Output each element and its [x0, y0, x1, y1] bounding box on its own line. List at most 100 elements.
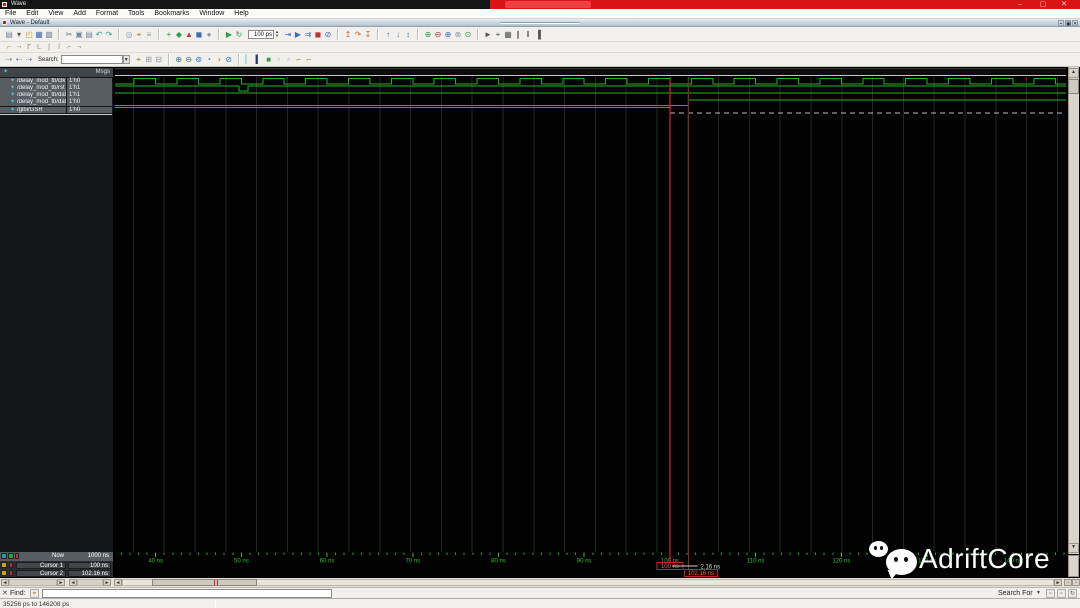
run-length-spinner-icon[interactable]: ▲ ▼ [275, 30, 279, 38]
zoom-cursor-icon[interactable]: ⌖ [493, 29, 503, 40]
menu-format[interactable]: Format [91, 9, 123, 18]
filter-icon[interactable]: ≡ [144, 29, 154, 40]
prev-edge-icon[interactable]: ⌐ [294, 54, 304, 65]
wave-scrollbar-track[interactable] [122, 579, 1054, 586]
cursor-name[interactable]: Cursor 2 [16, 569, 66, 577]
simulate-icon[interactable]: ▶ [224, 29, 234, 40]
signal-row[interactable]: ✦/delay_mod_tb/dat_o1'h0 [0, 99, 113, 107]
signal-row[interactable]: ✦/delay_mod_tb/dat_i 1'h1 [0, 92, 113, 99]
zoom-full-icon[interactable]: ⊕ [443, 29, 453, 40]
wave-edit-mirror-icon[interactable]: L [34, 43, 44, 52]
zoom-in-icon[interactable]: ⊕ [423, 29, 433, 40]
wave-edit-stretch-icon[interactable]: ʃ [44, 43, 54, 52]
placeholder-b-icon[interactable]: ▫ [284, 54, 294, 65]
search-for-caret-icon[interactable]: ▼ [1036, 590, 1041, 596]
cut-icon[interactable]: ✂ [64, 29, 74, 40]
wave-edit-paste-icon[interactable]: ¬ [14, 43, 24, 52]
wave-edit-invert-icon[interactable]: Γ [24, 43, 34, 52]
placeholder-a-icon[interactable]: ▫ [274, 54, 284, 65]
find-option-icon-0[interactable]: ▫ [1046, 589, 1055, 598]
scroll-corner-b-icon[interactable]: ▫ [1072, 579, 1080, 586]
cursor-row[interactable]: Cursor 2 102.16 ns [0, 569, 113, 578]
continue-run-icon[interactable]: ▶ [293, 29, 303, 40]
zoom-in-tool-icon[interactable]: ⊕ [174, 54, 184, 65]
insert-blank-icon[interactable]: ◼ [194, 29, 204, 40]
add-wave-icon[interactable]: + [164, 29, 174, 40]
mdi-button-0[interactable]: + [1058, 20, 1064, 27]
vertical-scrollbar-thumb[interactable] [1068, 79, 1079, 94]
search-options-icon[interactable]: ⊞ [144, 54, 154, 65]
minimize-button[interactable]: – [1014, 1, 1026, 8]
search-for-dropdown[interactable]: Search For [998, 590, 1033, 597]
redo-icon[interactable]: ↷ [104, 29, 114, 40]
run-all-icon[interactable]: ⇉ [303, 29, 313, 40]
prev-transition-icon[interactable]: ↑ [383, 29, 393, 40]
step-icon[interactable]: ↥ [343, 29, 353, 40]
names-scroll-right-icon[interactable]: ► [57, 579, 65, 586]
wave-scroll-right-icon[interactable]: ► [1054, 579, 1062, 586]
wave-edit-delete-icon[interactable]: ¬ [74, 43, 84, 52]
mode-icon[interactable]: ● [204, 29, 214, 40]
find-binoculars-icon[interactable]: ⌖ [30, 589, 39, 598]
leaf-view-icon[interactable]: ▐ [533, 29, 543, 40]
zoom-out-icon[interactable]: ⊖ [433, 29, 443, 40]
grid-icon[interactable]: ▦ [503, 29, 513, 40]
wave-scroll-left-icon[interactable]: ◄ [114, 579, 122, 586]
find-option-icon-1[interactable]: ▫ [1057, 589, 1066, 598]
find-icon[interactable]: ⌖ [134, 29, 144, 40]
zoom-last-icon[interactable]: ◔ [204, 54, 214, 65]
cursor-time-value[interactable]: 102.16 ns [68, 569, 111, 577]
find-close-icon[interactable]: ✕ [2, 590, 8, 597]
mdi-tab-bar[interactable]: Wave - Default + ▣ ✕ [0, 19, 1080, 27]
next-transition-icon[interactable]: ↓ [393, 29, 403, 40]
paste-icon[interactable]: ▤ [84, 29, 94, 40]
lock-cursor-icon[interactable]: ■ [264, 54, 274, 65]
menu-file[interactable]: File [0, 9, 21, 18]
names-scrollbar[interactable] [9, 579, 57, 586]
waveform-area[interactable] [115, 68, 1066, 578]
zoom-fit-icon[interactable]: ⊚ [194, 54, 204, 65]
save-icon[interactable]: ▦ [34, 29, 44, 40]
goto-time-icon[interactable]: ⇢ [4, 54, 14, 65]
run-length-input[interactable]: 100 ps [248, 29, 274, 39]
mdi-grip[interactable] [500, 22, 580, 24]
cursor-name[interactable]: Cursor 1 [16, 561, 66, 569]
signal-row[interactable]: ✦/glbl/GSR 1'h0 [0, 106, 113, 114]
wave-edit-insert-icon[interactable]: ⌐ [64, 43, 74, 52]
values-scroll-left-icon[interactable]: ◄ [69, 579, 77, 586]
cursor-lock-icon[interactable] [1, 570, 7, 577]
menu-edit[interactable]: Edit [21, 9, 43, 18]
cursor-marker-icon[interactable] [9, 562, 13, 568]
menu-view[interactable]: View [43, 9, 68, 18]
wave-scrollbar-thumb[interactable] [152, 579, 257, 586]
cursor-lock-icon[interactable] [1, 562, 7, 568]
mdi-button-2[interactable]: ✕ [1072, 20, 1078, 27]
new-file-icon[interactable]: ▤ [4, 29, 14, 40]
toolbar-search-input[interactable] [60, 55, 123, 64]
scroll-up-icon[interactable]: ▲ [1068, 68, 1079, 78]
menu-add[interactable]: Add [68, 9, 90, 18]
names-scroll-left-icon[interactable]: ◄ [1, 579, 9, 586]
toolbar-search-dropdown-icon[interactable]: ▼ [122, 55, 130, 64]
reload-icon[interactable]: ◎ [124, 29, 134, 40]
titlebar[interactable]: Wave – ▢ ✕ [0, 0, 1080, 9]
signal-row[interactable]: ✦/delay_mod_tb/clk 1'h0 [0, 77, 113, 85]
scroll-down-icon[interactable]: ▼ [1068, 543, 1079, 553]
select-all-icon[interactable] [1, 553, 7, 559]
close-button[interactable]: ✕ [1058, 1, 1070, 8]
next-edge-icon[interactable]: ⌐ [304, 54, 314, 65]
signal-row[interactable]: ✦/delay_mod_tb/rst_n 1'h1 [0, 85, 113, 92]
copy-icon[interactable]: ▣ [74, 29, 84, 40]
stop-icon[interactable]: ⊘ [323, 29, 333, 40]
values-scrollbar[interactable] [77, 579, 103, 586]
menu-bookmarks[interactable]: Bookmarks [149, 9, 194, 18]
step-over-icon[interactable]: ↷ [353, 29, 363, 40]
break-icon[interactable]: ◼ [313, 29, 323, 40]
zoom-out-tool-icon[interactable]: ⊖ [184, 54, 194, 65]
menu-tools[interactable]: Tools [123, 9, 149, 18]
zoom-range-icon[interactable]: ⊙ [463, 29, 473, 40]
cursor-marker-icon[interactable] [9, 570, 13, 577]
scroll-corner-a-icon[interactable]: ▫ [1064, 579, 1072, 586]
find-input[interactable] [42, 589, 332, 598]
cursor-pane-scrollbar[interactable] [1068, 555, 1079, 577]
